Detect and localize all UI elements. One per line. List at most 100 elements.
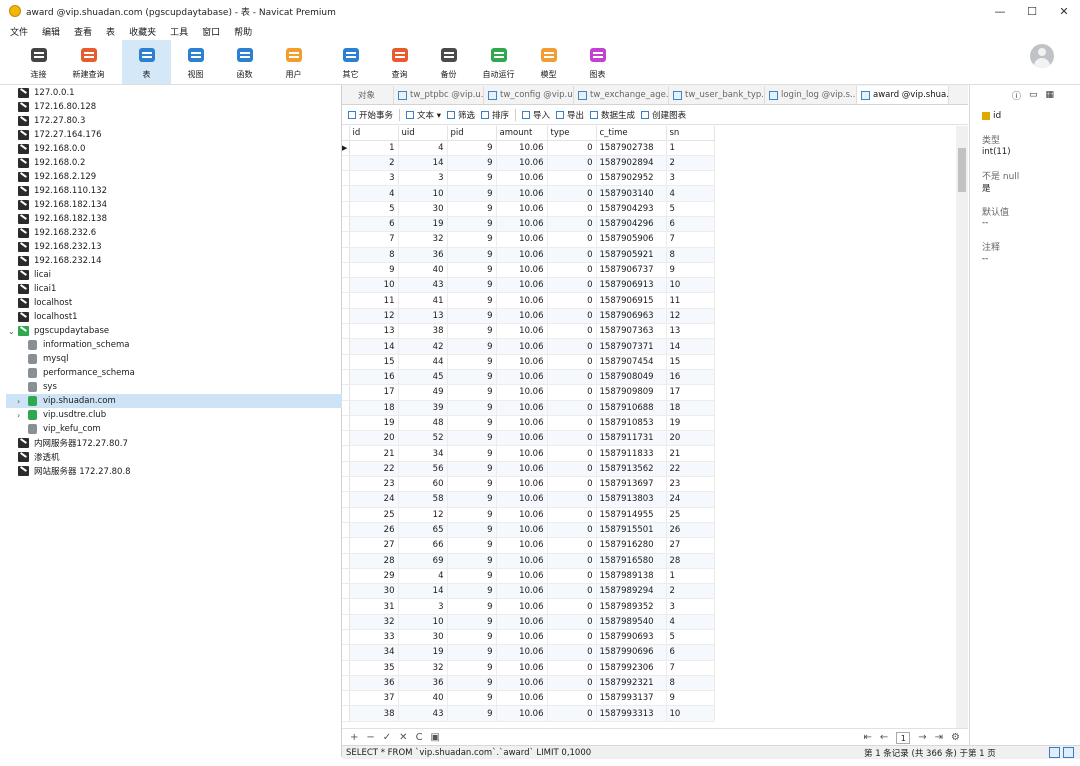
- cell-uid[interactable]: 41: [398, 292, 448, 309]
- cell-pid[interactable]: 9: [447, 384, 497, 401]
- cell-uid[interactable]: 49: [398, 384, 448, 401]
- cell-amount[interactable]: 10.06: [496, 507, 548, 523]
- cell-sn[interactable]: 17: [666, 384, 715, 401]
- cell-id[interactable]: 34: [349, 644, 399, 661]
- tree-item-192-168-0-2[interactable]: 192.168.0.2: [6, 156, 342, 170]
- cell-c_time[interactable]: 1587906915: [596, 292, 667, 309]
- table-row[interactable]: 26 65 9 10.06 0 1587915501 26: [342, 522, 715, 539]
- table-row[interactable]: 36 36 9 10.06 0 1587992321 8: [342, 675, 715, 692]
- cell-amount[interactable]: 10.06: [496, 629, 548, 646]
- toolbar-model-button[interactable]: 模型: [524, 40, 573, 84]
- cell-pid[interactable]: 9: [447, 201, 497, 217]
- cell-id[interactable]: 1: [349, 140, 399, 156]
- cell-amount[interactable]: 10.06: [496, 170, 548, 187]
- cell-sn[interactable]: 2: [666, 583, 715, 600]
- nav-page-1[interactable]: ←: [880, 732, 888, 743]
- cell-c_time[interactable]: 1587902952: [596, 170, 667, 187]
- cell-c_time[interactable]: 1587904293: [596, 201, 667, 217]
- expand-arrow-icon[interactable]: ›: [17, 397, 20, 406]
- cell-c_time[interactable]: 1587910853: [596, 415, 667, 432]
- nav-page-0[interactable]: ⇤: [863, 732, 871, 743]
- cell-sn[interactable]: 23: [666, 476, 715, 493]
- table-row[interactable]: 30 14 9 10.06 0 1587989294 2: [342, 583, 715, 600]
- cell-uid[interactable]: 32: [398, 231, 448, 248]
- column-header-sn[interactable]: sn: [666, 126, 715, 141]
- ddl-icon[interactable]: ▭: [1029, 90, 1038, 100]
- cell-c_time[interactable]: 1587992321: [596, 675, 667, 692]
- cell-uid[interactable]: 36: [398, 247, 448, 263]
- page-number-input[interactable]: 1: [896, 731, 911, 744]
- tree-item-performance-schema[interactable]: performance_schema: [6, 366, 342, 380]
- column-header-uid[interactable]: uid: [398, 126, 448, 141]
- expand-arrow-icon[interactable]: ⌄: [8, 327, 15, 336]
- table-row[interactable]: 22 56 9 10.06 0 1587913562 22: [342, 461, 715, 478]
- cell-type[interactable]: 0: [547, 690, 597, 707]
- cell-uid[interactable]: 40: [398, 690, 448, 707]
- table-row[interactable]: 5 30 9 10.06 0 1587904293 5: [342, 201, 715, 217]
- subtool-button-4[interactable]: 导入: [522, 109, 550, 121]
- column-header-type[interactable]: type: [547, 126, 597, 141]
- cell-type[interactable]: 0: [547, 629, 597, 646]
- toolbar-plug-button[interactable]: 连接: [14, 40, 63, 84]
- cell-pid[interactable]: 9: [447, 338, 497, 355]
- cell-sn[interactable]: 10: [666, 705, 715, 722]
- toolbar-table-button[interactable]: 表: [122, 40, 171, 84]
- close-button[interactable]: ✕: [1048, 0, 1080, 22]
- cell-amount[interactable]: 10.06: [496, 690, 548, 707]
- cell-sn[interactable]: 1: [666, 140, 715, 156]
- cell-type[interactable]: 0: [547, 644, 597, 661]
- cell-sn[interactable]: 3: [666, 170, 715, 187]
- cell-pid[interactable]: 9: [447, 231, 497, 248]
- row-marker[interactable]: [342, 216, 350, 233]
- cell-sn[interactable]: 15: [666, 354, 715, 370]
- toolbar-backup-button[interactable]: 备份: [424, 40, 473, 84]
- cell-uid[interactable]: 14: [398, 583, 448, 600]
- cell-pid[interactable]: 9: [447, 598, 497, 615]
- form-view-button[interactable]: [1063, 747, 1074, 758]
- cell-c_time[interactable]: 1587906737: [596, 262, 667, 279]
- row-marker[interactable]: [342, 155, 350, 172]
- cell-sn[interactable]: 19: [666, 415, 715, 432]
- cell-type[interactable]: 0: [547, 155, 597, 172]
- cell-c_time[interactable]: 1587992306: [596, 660, 667, 676]
- cell-id[interactable]: 31: [349, 598, 399, 615]
- row-marker[interactable]: [342, 384, 350, 401]
- cell-pid[interactable]: 9: [447, 629, 497, 646]
- cell-amount[interactable]: 10.06: [496, 491, 548, 508]
- table-row[interactable]: 11 41 9 10.06 0 1587906915 11: [342, 292, 715, 309]
- table-row[interactable]: 10 43 9 10.06 0 1587906913 10: [342, 277, 715, 294]
- cell-pid[interactable]: 9: [447, 216, 497, 233]
- cell-sn[interactable]: 18: [666, 400, 715, 416]
- cell-c_time[interactable]: 1587903140: [596, 185, 667, 202]
- cell-sn[interactable]: 9: [666, 262, 715, 279]
- cell-type[interactable]: 0: [547, 323, 597, 340]
- table-row[interactable]: 13 38 9 10.06 0 1587907363 13: [342, 323, 715, 340]
- cell-type[interactable]: 0: [547, 522, 597, 539]
- table-row[interactable]: ▶ 1 4 9 10.06 0 1587902738 1: [342, 140, 715, 156]
- cell-amount[interactable]: 10.06: [496, 415, 548, 432]
- menu-4[interactable]: 收藏夹: [129, 25, 156, 38]
- column-header-pid[interactable]: pid: [447, 126, 497, 141]
- cell-c_time[interactable]: 1587913562: [596, 461, 667, 478]
- menu-1[interactable]: 编辑: [42, 25, 60, 38]
- tree-item-information-schema[interactable]: information_schema: [6, 338, 342, 352]
- cell-id[interactable]: 9: [349, 262, 399, 279]
- cell-sn[interactable]: 6: [666, 644, 715, 661]
- cell-pid[interactable]: 9: [447, 675, 497, 692]
- tree-item-192-168-182-138[interactable]: 192.168.182.138: [6, 212, 342, 226]
- cell-c_time[interactable]: 1587916580: [596, 553, 667, 569]
- column-header-id[interactable]: id: [349, 126, 399, 141]
- cell-c_time[interactable]: 1587990696: [596, 644, 667, 661]
- tree-item-localhost1[interactable]: localhost1: [6, 310, 342, 324]
- cell-sn[interactable]: 5: [666, 201, 715, 217]
- cell-amount[interactable]: 10.06: [496, 201, 548, 217]
- tree-item-vip-kefu-com[interactable]: vip_kefu_com: [6, 422, 342, 436]
- cell-sn[interactable]: 10: [666, 277, 715, 294]
- cell-pid[interactable]: 9: [447, 292, 497, 309]
- tab-3[interactable]: tw_exchange_age...: [574, 86, 669, 104]
- cell-c_time[interactable]: 1587915501: [596, 522, 667, 539]
- cell-uid[interactable]: 65: [398, 522, 448, 539]
- cell-sn[interactable]: 7: [666, 660, 715, 676]
- cell-id[interactable]: 37: [349, 690, 399, 707]
- cell-c_time[interactable]: 1587913697: [596, 476, 667, 493]
